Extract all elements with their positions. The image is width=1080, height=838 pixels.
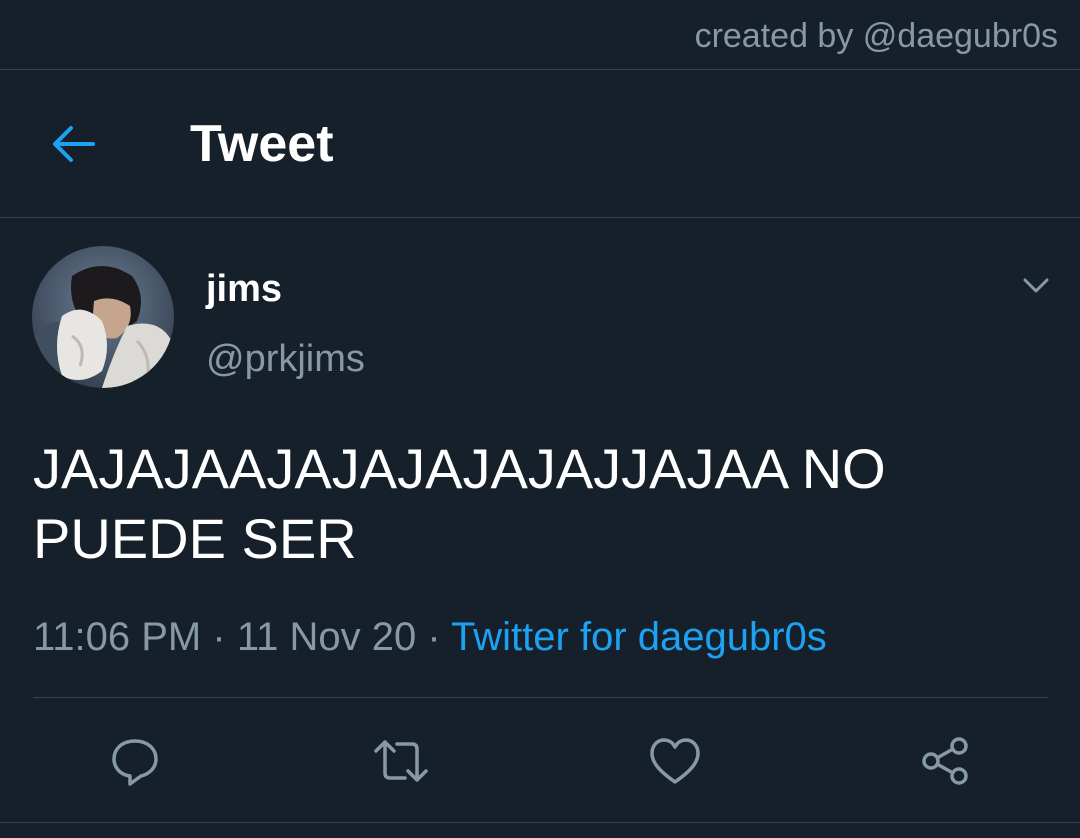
bottom-divider: [0, 822, 1080, 823]
tweet-text-line-2: PUEDE SER: [33, 507, 357, 570]
header: Tweet: [0, 70, 1080, 218]
credit-bar: created by @daegubr0s: [0, 0, 1080, 70]
action-bar: [0, 726, 1080, 796]
back-button[interactable]: [44, 116, 104, 172]
avatar[interactable]: [32, 246, 174, 388]
meta-separator: ·: [212, 615, 226, 659]
more-options-button[interactable]: [1016, 268, 1056, 304]
share-button[interactable]: [910, 726, 980, 796]
retweet-icon: [374, 740, 428, 782]
reply-button[interactable]: [100, 726, 170, 796]
page-title: Tweet: [190, 115, 334, 173]
credit-text: created by @daegubr0s: [694, 17, 1058, 55]
share-icon: [922, 737, 968, 785]
tweet-metadata: 11:06 PM · 11 Nov 20 · Twitter for daegu…: [33, 612, 827, 662]
divider: [33, 697, 1048, 698]
arrow-left-icon: [53, 126, 95, 162]
like-button[interactable]: [640, 726, 710, 796]
display-name[interactable]: jims: [206, 266, 282, 312]
chevron-down-icon: [1023, 278, 1049, 293]
meta-separator: ·: [427, 615, 441, 659]
comment-icon: [112, 739, 158, 786]
tweet-source-link[interactable]: Twitter for daegubr0s: [451, 615, 827, 659]
tweet-page: created by @daegubr0s Tweet jims @prkjim…: [0, 0, 1080, 838]
tweet-text-line-1: JAJAJAAJAJAJAJAJAJJAJAA NO: [33, 437, 886, 500]
heart-icon: [650, 738, 700, 784]
tweet-text: JAJAJAAJAJAJAJAJAJJAJAA NO PUEDE SER: [33, 434, 1043, 574]
tweet-date[interactable]: 11 Nov 20: [237, 615, 416, 659]
tweet-time[interactable]: 11:06 PM: [33, 615, 201, 659]
user-handle[interactable]: @prkjims: [206, 336, 365, 382]
avatar-image: [32, 246, 174, 388]
retweet-button[interactable]: [366, 726, 436, 796]
